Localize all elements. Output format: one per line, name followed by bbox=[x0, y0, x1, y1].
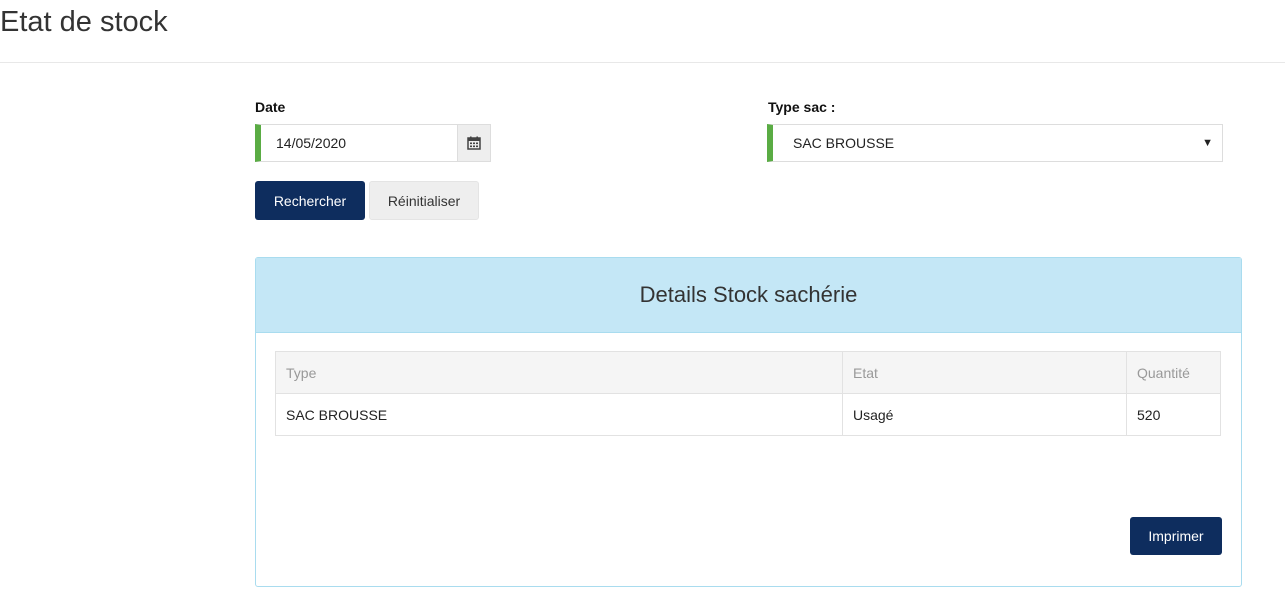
search-button[interactable]: Rechercher bbox=[255, 181, 365, 220]
reset-button[interactable]: Réinitialiser bbox=[369, 181, 479, 220]
stock-details-panel: Details Stock sachérie Type Etat Quantit… bbox=[255, 257, 1242, 587]
date-label: Date bbox=[255, 99, 286, 115]
calendar-icon bbox=[467, 136, 481, 150]
table-row: SAC BROUSSE Usagé 520 bbox=[275, 393, 1221, 436]
type-sac-select[interactable]: SAC BROUSSE ▼ bbox=[767, 124, 1223, 162]
column-header-type: Type bbox=[275, 351, 843, 394]
cell-type: SAC BROUSSE bbox=[275, 393, 843, 436]
stock-table: Type Etat Quantité SAC BROUSSE Usagé 520 bbox=[275, 351, 1221, 436]
date-picker bbox=[255, 124, 491, 162]
type-sac-selected-value: SAC BROUSSE bbox=[793, 135, 895, 151]
panel-title: Details Stock sachérie bbox=[256, 258, 1241, 333]
page-header: Etat de stock bbox=[0, 0, 1285, 63]
date-input[interactable] bbox=[255, 124, 458, 162]
type-sac-label: Type sac : bbox=[768, 99, 836, 115]
cell-quantite: 520 bbox=[1126, 393, 1221, 436]
page-title: Etat de stock bbox=[0, 6, 168, 38]
column-header-quantite: Quantité bbox=[1126, 351, 1221, 394]
column-header-etat: Etat bbox=[842, 351, 1127, 394]
cell-etat: Usagé bbox=[842, 393, 1127, 436]
table-header-row: Type Etat Quantité bbox=[275, 351, 1221, 394]
print-button[interactable]: Imprimer bbox=[1130, 517, 1222, 555]
calendar-button[interactable] bbox=[458, 124, 491, 162]
caret-down-icon: ▼ bbox=[1202, 137, 1213, 149]
